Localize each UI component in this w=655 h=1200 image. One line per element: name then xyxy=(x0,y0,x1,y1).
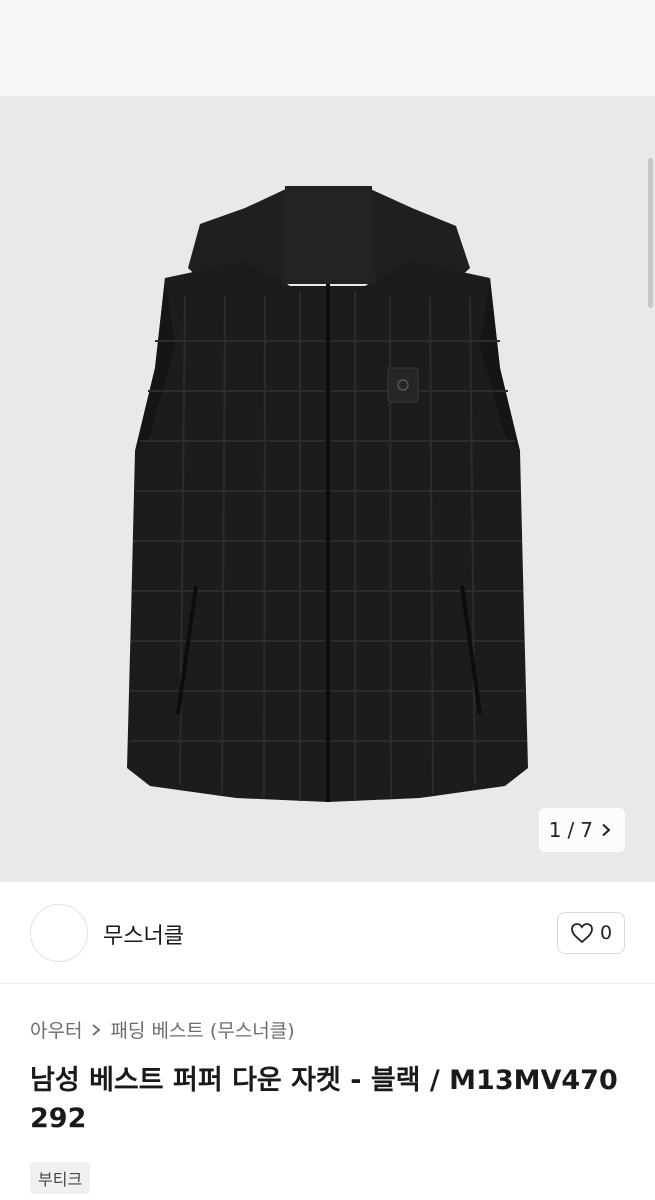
product-title: 남성 베스트 퍼퍼 다운 자켓 - 블랙 / M13MV470292 xyxy=(30,1065,618,1134)
gallery-scrollbar[interactable] xyxy=(648,158,653,308)
heart-outline-icon xyxy=(571,923,593,944)
like-button[interactable]: 0 xyxy=(557,912,625,954)
chevron-right-icon xyxy=(92,1023,101,1036)
boutique-tag-badge: 부티크 xyxy=(30,1162,91,1194)
breadcrumb: 아우터 패딩 베스트 (무스너클) xyxy=(30,1016,295,1043)
seller-name[interactable]: 무스너클 xyxy=(103,918,184,950)
image-counter-current: 1 xyxy=(548,818,562,842)
top-bar xyxy=(0,0,655,96)
breadcrumb-item-category[interactable]: 패딩 베스트 (무스너클) xyxy=(110,1016,294,1043)
like-count: 0 xyxy=(599,922,613,944)
image-counter-next-button[interactable]: 1 / 7 xyxy=(538,808,625,852)
image-counter-total: 7 xyxy=(580,818,593,842)
seller-avatar[interactable] xyxy=(30,904,88,962)
image-counter-separator: / xyxy=(567,818,575,842)
chevron-right-icon xyxy=(602,823,611,837)
product-image-gallery[interactable]: 1 / 7 xyxy=(0,96,655,882)
seller-row[interactable]: 무스너클 0 xyxy=(0,882,655,984)
product-photo-black-puffer-vest xyxy=(127,186,528,802)
breadcrumb-item-outer[interactable]: 아우터 xyxy=(30,1016,82,1043)
